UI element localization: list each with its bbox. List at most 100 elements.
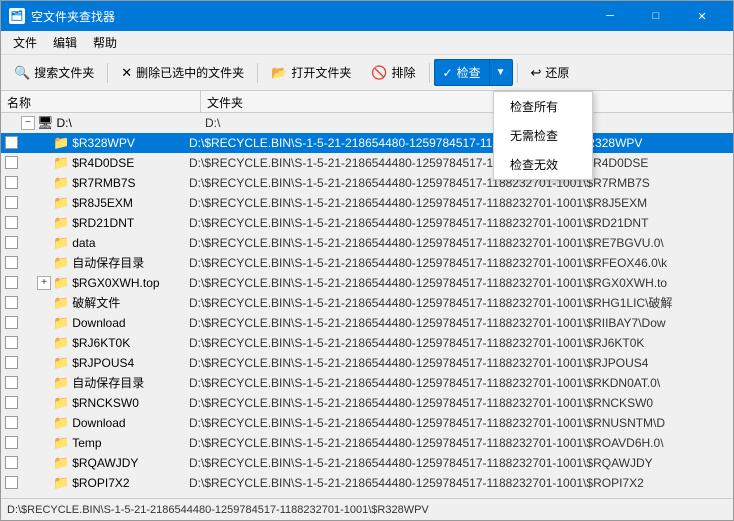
row-name: 破解文件	[72, 294, 120, 311]
checkbox-input[interactable]	[5, 156, 18, 169]
folder-icon: 📁	[53, 255, 69, 271]
restore-icon: ↩	[531, 65, 542, 81]
row-path: D:\$RECYCLE.BIN\S-1-5-21-2186544480-1259…	[185, 336, 733, 350]
close-button[interactable]: ✕	[679, 1, 725, 31]
row-checkbox[interactable]	[1, 316, 21, 329]
folder-icon: 📁	[53, 195, 69, 211]
table-row[interactable]: 📁自动保存目录D:\$RECYCLE.BIN\S-1-5-21-21865444…	[1, 253, 733, 273]
row-checkbox[interactable]	[1, 336, 21, 349]
checkbox-input[interactable]	[5, 396, 18, 409]
maximize-button[interactable]: □	[633, 1, 679, 31]
table-row[interactable]: −🖥D:\D:\	[1, 113, 733, 133]
table-row[interactable]: 📁$R8J5EXMD:\$RECYCLE.BIN\S-1-5-21-218654…	[1, 193, 733, 213]
checkbox-input[interactable]	[5, 216, 18, 229]
main-window: 🗂 空文件夹查找器 ─ □ ✕ 文件 编辑 帮助 🔍 搜索文件夹 ✕ 删除已选中…	[0, 0, 734, 521]
check-dropdown-button[interactable]: ▼	[489, 59, 513, 86]
header-folder: 文件夹	[201, 91, 733, 112]
checkbox-input[interactable]	[5, 196, 18, 209]
row-checkbox[interactable]	[1, 156, 21, 169]
row-checkbox[interactable]	[1, 396, 21, 409]
menu-edit[interactable]: 编辑	[45, 32, 85, 53]
table-row[interactable]: 📁DownloadD:\$RECYCLE.BIN\S-1-5-21-218654…	[1, 313, 733, 333]
table-row[interactable]: 📁dataD:\$RECYCLE.BIN\S-1-5-21-2186544480…	[1, 233, 733, 253]
row-checkbox[interactable]	[1, 276, 21, 289]
expand-icon[interactable]: −	[21, 116, 35, 130]
row-checkbox[interactable]	[1, 376, 21, 389]
no-check-item[interactable]: 无需检查	[494, 121, 592, 150]
row-name: $RJPOUS4	[72, 356, 134, 370]
checkbox-input[interactable]	[5, 316, 18, 329]
row-checkbox[interactable]	[1, 256, 21, 269]
restore-button[interactable]: ↩ 还原	[522, 59, 579, 86]
check-button-group: ✓ 检查 ▼	[434, 59, 513, 86]
expand-icon[interactable]: +	[37, 276, 51, 290]
minimize-button[interactable]: ─	[587, 1, 633, 31]
file-list-body[interactable]: −🖥D:\D:\📁$R328WPVD:\$RECYCLE.BIN\S-1-5-2…	[1, 113, 733, 498]
table-row[interactable]: 📁$RNCKSW0D:\$RECYCLE.BIN\S-1-5-21-218654…	[1, 393, 733, 413]
table-row[interactable]: 📁$R7RMB7SD:\$RECYCLE.BIN\S-1-5-21-218654…	[1, 173, 733, 193]
checkbox-input[interactable]	[5, 336, 18, 349]
table-row[interactable]: 📁$ROPI7X2D:\$RECYCLE.BIN\S-1-5-21-218654…	[1, 473, 733, 493]
row-checkbox[interactable]	[1, 236, 21, 249]
table-row[interactable]: 📁$R4D0DSED:\$RECYCLE.BIN\S-1-5-21-218654…	[1, 153, 733, 173]
row-name: $RNCKSW0	[72, 396, 139, 410]
checkbox-input[interactable]	[5, 256, 18, 269]
search-icon: 🔍	[14, 65, 30, 81]
table-row[interactable]: 📁$RD21DNTD:\$RECYCLE.BIN\S-1-5-21-218654…	[1, 213, 733, 233]
row-path: D:\$RECYCLE.BIN\S-1-5-21-2186544480-1259…	[185, 356, 733, 370]
check-main-button[interactable]: ✓ 检查	[434, 59, 489, 86]
table-row[interactable]: 📁$RJPOUS4D:\$RECYCLE.BIN\S-1-5-21-218654…	[1, 353, 733, 373]
table-row[interactable]: 📁破解文件D:\$RECYCLE.BIN\S-1-5-21-2186544480…	[1, 293, 733, 313]
open-folder-button[interactable]: 📂 打开文件夹	[262, 59, 360, 86]
toolbar-sep-4	[517, 63, 518, 83]
menu-help[interactable]: 帮助	[85, 32, 125, 53]
checkbox-input[interactable]	[5, 436, 18, 449]
folder-icon: 📁	[53, 395, 69, 411]
checkbox-input[interactable]	[5, 416, 18, 429]
checkbox-input[interactable]	[5, 376, 18, 389]
row-path: D:\$RECYCLE.BIN\S-1-5-21-218654480-12597…	[185, 136, 733, 150]
table-row[interactable]: 📁$R328WPVD:\$RECYCLE.BIN\S-1-5-21-218654…	[1, 133, 733, 153]
checkbox-input[interactable]	[5, 456, 18, 469]
check-dropdown-menu: 检查所有 无需检查 检查无效	[493, 91, 593, 180]
row-checkbox[interactable]	[1, 296, 21, 309]
checkbox-input[interactable]	[5, 476, 18, 489]
row-path: D:\$RECYCLE.BIN\S-1-5-21-2186544480-1259…	[185, 316, 733, 330]
folder-icon: 📁	[53, 175, 69, 191]
main-content: 名称 文件夹 −🖥D:\D:\📁$R328WPVD:\$RECYCLE.BIN\…	[1, 91, 733, 498]
checkbox-input[interactable]	[5, 136, 18, 149]
row-checkbox[interactable]	[1, 476, 21, 489]
row-checkbox[interactable]	[1, 356, 21, 369]
row-path: D:\$RECYCLE.BIN\S-1-5-21-2186544480-1259…	[185, 256, 733, 270]
checkbox-input[interactable]	[5, 276, 18, 289]
check-all-item[interactable]: 检查所有	[494, 92, 592, 121]
table-row[interactable]: +📁$RGX0XWH.topD:\$RECYCLE.BIN\S-1-5-21-2…	[1, 273, 733, 293]
row-checkbox[interactable]	[1, 176, 21, 189]
row-checkbox[interactable]	[1, 456, 21, 469]
table-row[interactable]: 📁$RJ6KT0KD:\$RECYCLE.BIN\S-1-5-21-218654…	[1, 333, 733, 353]
checkbox-input[interactable]	[5, 356, 18, 369]
header-name: 名称	[1, 91, 201, 112]
checkbox-input[interactable]	[5, 236, 18, 249]
table-row[interactable]: 📁$RQAWJDYD:\$RECYCLE.BIN\S-1-5-21-218654…	[1, 453, 733, 473]
row-checkbox[interactable]	[1, 416, 21, 429]
menu-file[interactable]: 文件	[5, 32, 45, 53]
row-checkbox[interactable]	[1, 216, 21, 229]
table-row[interactable]: 📁TempD:\$RECYCLE.BIN\S-1-5-21-2186544480…	[1, 433, 733, 453]
exclude-button[interactable]: 🚫 排除	[362, 59, 424, 86]
row-checkbox[interactable]	[1, 196, 21, 209]
folder-icon: 📁	[53, 295, 69, 311]
table-row[interactable]: 📁自动保存目录D:\$RECYCLE.BIN\S-1-5-21-21865444…	[1, 373, 733, 393]
delete-selected-button[interactable]: ✕ 删除已选中的文件夹	[112, 59, 253, 86]
check-invalid-item[interactable]: 检查无效	[494, 150, 592, 179]
row-path: D:\$RECYCLE.BIN\S-1-5-21-2186544480-1259…	[185, 156, 733, 170]
folder-icon: 🖥	[37, 115, 54, 131]
row-checkbox[interactable]	[1, 436, 21, 449]
status-text: D:\$RECYCLE.BIN\S-1-5-21-2186544480-1259…	[7, 504, 429, 516]
toolbar-sep-1	[107, 63, 108, 83]
checkbox-input[interactable]	[5, 176, 18, 189]
row-checkbox[interactable]	[1, 136, 21, 149]
search-folder-button[interactable]: 🔍 搜索文件夹	[5, 59, 103, 86]
table-row[interactable]: 📁DownloadD:\$RECYCLE.BIN\S-1-5-21-218654…	[1, 413, 733, 433]
checkbox-input[interactable]	[5, 296, 18, 309]
